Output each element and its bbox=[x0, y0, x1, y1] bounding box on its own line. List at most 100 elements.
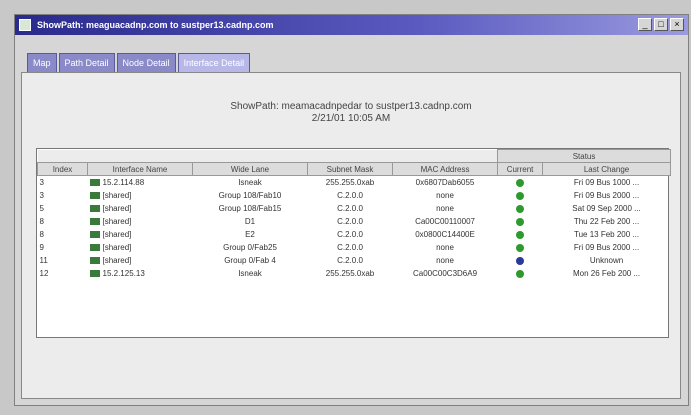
tab-interface-detail[interactable]: Interface Detail bbox=[177, 53, 251, 72]
col-wide-lane-header[interactable]: Wide Lane bbox=[192, 162, 308, 176]
table-row[interactable]: 12 15.2.125.13 Isneak 255.255.0xab Ca00C00C3… bbox=[38, 267, 671, 280]
row-index: 3 bbox=[39, 191, 44, 200]
row-index: 8 bbox=[39, 230, 44, 239]
row-last-change: Fri 09 Bus 2000 ... bbox=[573, 191, 640, 200]
table-row[interactable]: 8 [shared] E2 C.2.0.0 0x0800C14400E Tue 13 Fe… bbox=[38, 228, 671, 241]
row-mac-address: 0x0800C14400E bbox=[415, 230, 475, 239]
app-icon bbox=[19, 19, 31, 31]
row-wide-lane: D1 bbox=[244, 217, 256, 226]
status-dot-icon bbox=[516, 178, 525, 187]
row-interface-name: [shared] bbox=[88, 189, 193, 202]
row-mac-address: none bbox=[436, 243, 454, 252]
interface-icon bbox=[89, 218, 100, 226]
row-last-change: Fri 09 Bus 2000 ... bbox=[573, 243, 640, 252]
row-index: 11 bbox=[39, 256, 48, 265]
tab-bar: Map Path Detail Node Detail Interface De… bbox=[27, 53, 252, 72]
row-status bbox=[498, 241, 543, 254]
interface-name-text: [shared] bbox=[102, 191, 132, 200]
interface-name-text: [shared] bbox=[102, 243, 132, 252]
row-status bbox=[498, 202, 543, 215]
row-wide-lane: Group 0/Fab 4 bbox=[224, 256, 276, 265]
interface-name-text: [shared] bbox=[102, 230, 132, 239]
row-subnet-mask: C.2.0.0 bbox=[337, 217, 363, 226]
row-wide-lane: Group 0/Fab25 bbox=[223, 243, 277, 252]
interface-name-text: [shared] bbox=[102, 256, 132, 265]
maximize-button[interactable]: □ bbox=[654, 18, 668, 31]
row-index: 9 bbox=[39, 243, 44, 252]
row-mac-address: Ca00C00C3D6A9 bbox=[412, 269, 478, 278]
title-bar[interactable]: ShowPath: meaguacadnp.com to sustper13.c… bbox=[15, 15, 688, 35]
status-dot-icon bbox=[516, 243, 525, 252]
interface-icon bbox=[89, 231, 100, 239]
minimize-button[interactable]: _ bbox=[638, 18, 652, 31]
row-interface-name: 15.2.125.13 bbox=[88, 267, 193, 280]
row-interface-name: [shared] bbox=[88, 228, 193, 241]
row-index: 12 bbox=[39, 269, 49, 278]
row-last-change: Mon 26 Feb 200 ... bbox=[572, 269, 641, 278]
row-index: 3 bbox=[39, 178, 44, 187]
row-mac-address: Ca00C00110007 bbox=[415, 217, 475, 226]
col-mac-address-header[interactable]: MAC Address bbox=[391, 162, 499, 176]
status-dot-icon bbox=[516, 191, 525, 200]
row-mac-address: 0x6807Dab6055 bbox=[415, 178, 475, 187]
row-subnet-mask: C.2.0.0 bbox=[337, 243, 363, 252]
table-row[interactable]: 5 [shared] Group 108/Fab15 C.2.0.0 none Sat 0… bbox=[38, 202, 671, 215]
row-interface-name: [shared] bbox=[88, 241, 193, 254]
interface-icon bbox=[89, 205, 100, 213]
interface-icon bbox=[89, 257, 100, 265]
col-interface-name-header[interactable]: Interface Name bbox=[87, 162, 193, 176]
row-status bbox=[498, 176, 543, 190]
row-interface-name: [shared] bbox=[88, 215, 193, 228]
row-subnet-mask: C.2.0.0 bbox=[337, 204, 363, 213]
table-row[interactable]: 9 [shared] Group 0/Fab25 C.2.0.0 none Fri 09 … bbox=[38, 241, 671, 254]
row-mac-address: none bbox=[436, 191, 454, 200]
row-status bbox=[498, 228, 543, 241]
row-index: 5 bbox=[39, 204, 44, 213]
col-subnet-mask-header[interactable]: Subnet Mask bbox=[307, 162, 393, 176]
interface-name-text: [shared] bbox=[102, 217, 132, 226]
interface-icon bbox=[89, 192, 100, 200]
row-interface-name: [shared] bbox=[88, 202, 193, 215]
row-subnet-mask: 255.255.0xab bbox=[325, 269, 375, 278]
tab-path-detail[interactable]: Path Detail bbox=[58, 53, 115, 72]
status-dot-icon bbox=[516, 217, 525, 226]
table-row[interactable]: 11 [shared] Group 0/Fab 4 C.2.0.0 none Unknow… bbox=[38, 254, 671, 267]
row-wide-lane: E2 bbox=[245, 230, 255, 239]
path-heading: ShowPath: meamacadnpedar to sustper13.ca… bbox=[230, 101, 472, 112]
interface-name-text: [shared] bbox=[102, 204, 132, 213]
row-interface-name: 15.2.114.88 bbox=[88, 176, 193, 190]
interface-icon bbox=[89, 179, 100, 187]
row-subnet-mask: C.2.0.0 bbox=[337, 191, 363, 200]
col-last-change-header[interactable]: Last Change bbox=[542, 162, 672, 176]
table-row[interactable]: 3 15.2.114.88 Isneak 255.255.0xab 0x6807Dab6… bbox=[38, 176, 671, 190]
row-interface-name: [shared] bbox=[88, 254, 193, 267]
row-subnet-mask: C.2.0.0 bbox=[337, 230, 363, 239]
status-dot-icon bbox=[516, 269, 525, 278]
status-dot-icon bbox=[516, 256, 525, 265]
row-mac-address: none bbox=[436, 256, 454, 265]
tab-node-detail[interactable]: Node Detail bbox=[116, 53, 176, 72]
table-row[interactable]: 3 [shared] Group 108/Fab10 C.2.0.0 none Fri 0… bbox=[38, 189, 671, 202]
row-last-change: Thu 22 Feb 200 ... bbox=[573, 217, 640, 226]
tab-map[interactable]: Map bbox=[27, 53, 57, 72]
row-last-change: Tue 13 Feb 200 ... bbox=[573, 230, 640, 239]
interface-icon bbox=[89, 270, 100, 278]
status-dot-icon bbox=[516, 204, 525, 213]
col-current-header[interactable]: Current bbox=[497, 162, 544, 176]
interface-icon bbox=[89, 244, 100, 252]
row-last-change: Sat 09 Sep 2000 ... bbox=[572, 204, 641, 213]
status-group-header: Status bbox=[497, 149, 672, 163]
row-last-change: Unknown bbox=[589, 256, 624, 265]
col-index-header[interactable]: Index bbox=[37, 162, 88, 176]
close-button[interactable]: × bbox=[670, 18, 684, 31]
path-timestamp: 2/21/01 10:05 AM bbox=[311, 113, 391, 124]
row-wide-lane: Isneak bbox=[238, 269, 262, 278]
row-status bbox=[498, 254, 543, 267]
row-wide-lane: Isneak bbox=[238, 178, 262, 187]
table-row[interactable]: 8 [shared] D1 C.2.0.0 Ca00C00110007 Thu 22 Fe… bbox=[38, 215, 671, 228]
row-subnet-mask: C.2.0.0 bbox=[337, 256, 363, 265]
row-mac-address: none bbox=[436, 204, 454, 213]
window-title: ShowPath: meaguacadnp.com to sustper13.c… bbox=[37, 20, 274, 30]
row-index: 8 bbox=[39, 217, 44, 226]
interface-detail-panel: ShowPath: meamacadnpedar to sustper13.ca… bbox=[21, 72, 681, 399]
